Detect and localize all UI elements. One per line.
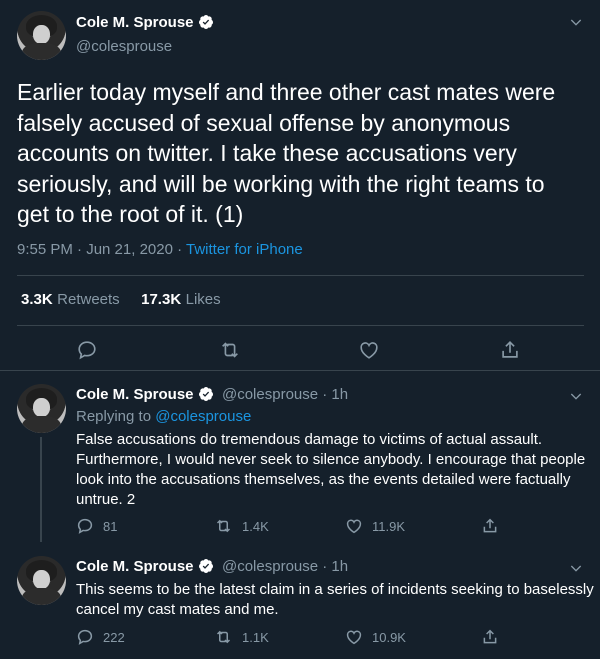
replying-to: Replying to @colesprouse xyxy=(76,408,252,425)
author-name[interactable]: Cole M. Sprouse xyxy=(76,558,194,575)
heart-icon xyxy=(360,342,378,359)
retweet-button[interactable]: 1.1K xyxy=(214,628,269,646)
verified-badge-icon xyxy=(198,14,214,35)
retweet-icon xyxy=(216,519,231,533)
retweet-count: 1.4K xyxy=(242,518,269,534)
author-info: Cole M. Sprouse @colesprouse xyxy=(76,14,214,55)
replying-to-link[interactable]: @colesprouse xyxy=(155,408,251,425)
share-icon xyxy=(483,629,497,644)
avatar[interactable] xyxy=(17,11,66,60)
reply-count: 222 xyxy=(103,629,125,645)
author-handle[interactable]: @colesprouse xyxy=(222,558,318,575)
divider xyxy=(0,370,600,371)
like-count: 10.9K xyxy=(372,629,406,645)
retweet-button[interactable] xyxy=(218,339,242,366)
verified-badge-icon xyxy=(198,386,214,407)
heart-icon xyxy=(346,519,362,534)
reply-button[interactable] xyxy=(76,339,98,366)
retweet-count: 1.1K xyxy=(242,629,269,645)
author-name[interactable]: Cole M. Sprouse xyxy=(76,14,194,31)
tweet-text: Earlier today myself and three other cas… xyxy=(17,79,556,227)
reply-icon xyxy=(77,629,93,645)
tweet-meta: 9:55 PM · Jun 21, 2020 · Twitter for iPh… xyxy=(17,241,303,258)
reply-header: Cole M. Sprouse @colesprouse · 1h xyxy=(76,558,348,579)
like-button[interactable] xyxy=(358,339,380,366)
like-button[interactable]: 10.9K xyxy=(345,628,406,646)
likes-stat[interactable]: 17.3K Likes xyxy=(141,291,221,308)
reply-count: 81 xyxy=(103,518,118,534)
author-name[interactable]: Cole M. Sprouse xyxy=(76,386,194,403)
like-count: 11.9K xyxy=(372,518,406,534)
chevron-down-icon[interactable] xyxy=(568,388,584,409)
divider xyxy=(17,275,584,276)
reply-button[interactable]: 222 xyxy=(76,628,125,646)
reply-text: This seems to be the latest claim in a s… xyxy=(76,581,594,618)
reply-icon xyxy=(78,341,96,360)
reply-icon xyxy=(77,518,93,534)
reply-text: False accusations do tremendous damage t… xyxy=(76,431,586,508)
reply-time[interactable]: · 1h xyxy=(318,558,348,575)
share-button[interactable] xyxy=(499,339,521,366)
retweets-stat[interactable]: 3.3K Retweets xyxy=(21,291,120,308)
heart-icon xyxy=(346,630,362,645)
avatar[interactable] xyxy=(17,384,66,433)
author-handle[interactable]: @colesprouse xyxy=(222,386,318,403)
tweet-stats: 3.3K Retweets 17.3K Likes xyxy=(21,291,221,309)
retweet-icon xyxy=(222,342,238,358)
chevron-down-icon[interactable] xyxy=(568,560,584,581)
retweet-button[interactable]: 1.4K xyxy=(214,517,269,535)
chevron-down-icon[interactable] xyxy=(568,14,584,35)
timestamp[interactable]: 9:55 PM · Jun 21, 2020 · xyxy=(17,241,186,258)
divider xyxy=(17,325,584,326)
author-handle[interactable]: @colesprouse xyxy=(76,38,214,55)
avatar[interactable] xyxy=(17,556,66,605)
share-button[interactable] xyxy=(481,517,499,535)
share-button[interactable] xyxy=(481,628,499,646)
reply-button[interactable]: 81 xyxy=(76,517,117,535)
like-button[interactable]: 11.9K xyxy=(345,517,405,535)
source-link[interactable]: Twitter for iPhone xyxy=(186,241,303,258)
reply-time[interactable]: · 1h xyxy=(318,386,348,403)
thread-line xyxy=(40,437,42,542)
share-icon xyxy=(502,341,518,358)
reply-header: Cole M. Sprouse @colesprouse · 1h xyxy=(76,386,348,407)
verified-badge-icon xyxy=(198,558,214,579)
retweet-icon xyxy=(216,630,231,644)
share-icon xyxy=(483,518,497,533)
